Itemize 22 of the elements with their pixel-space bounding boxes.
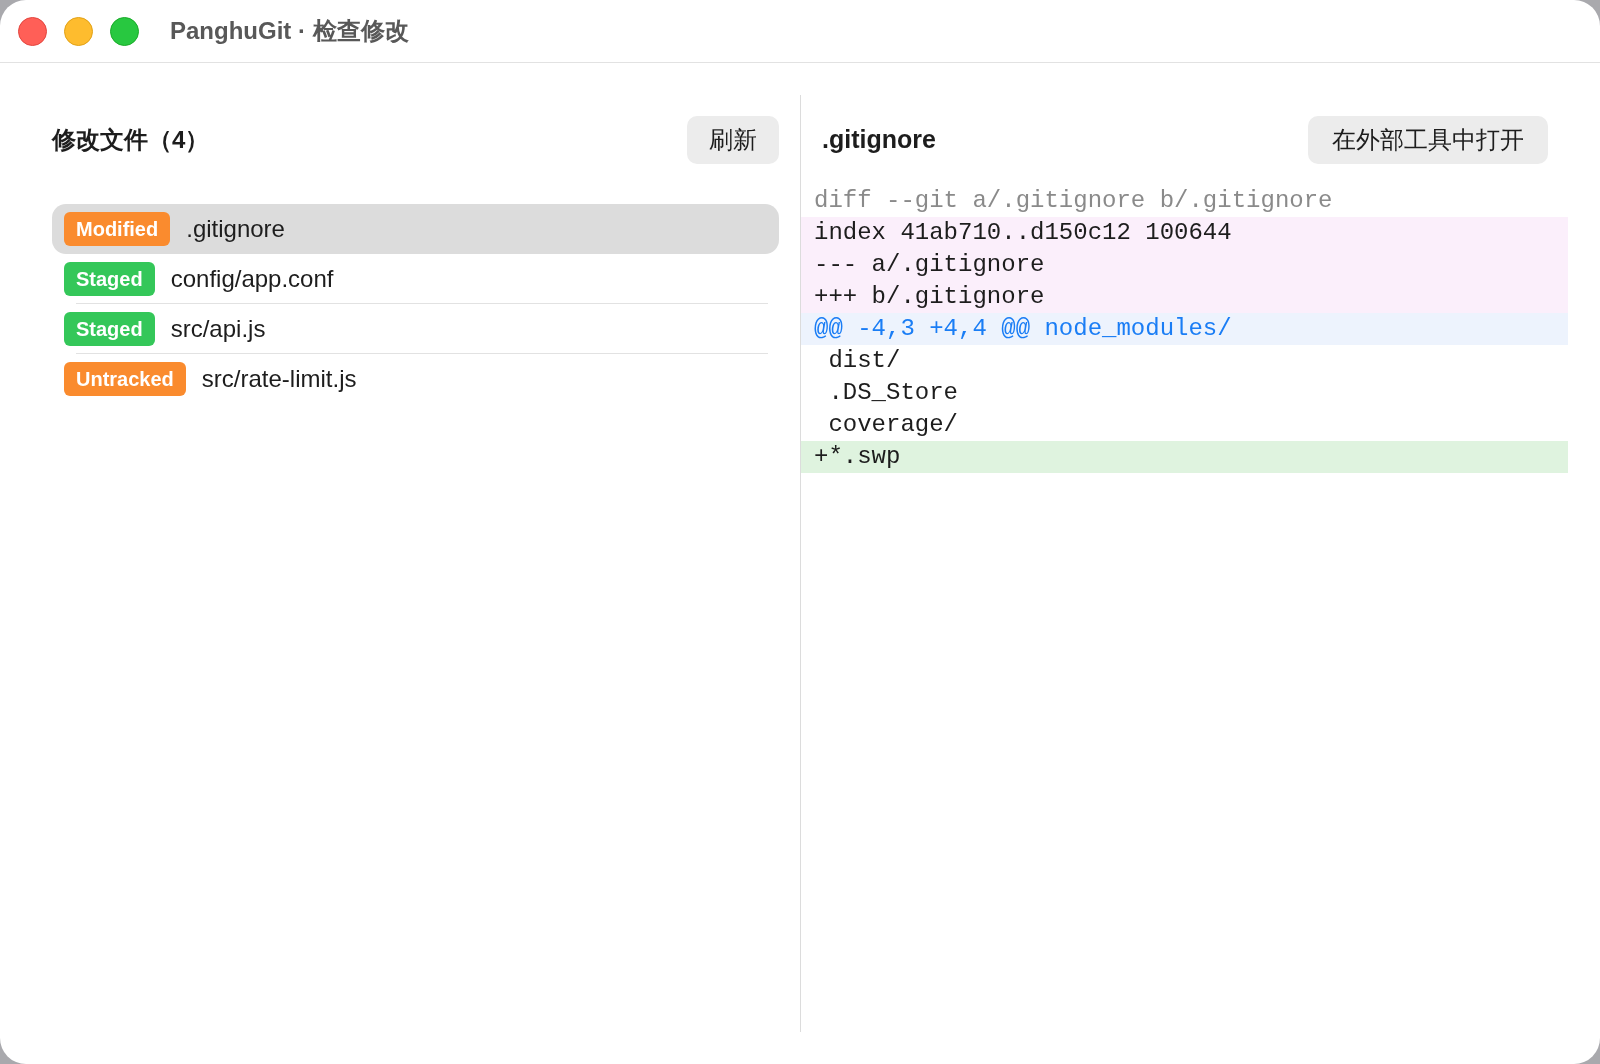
section-title: 修改文件（4） (52, 125, 210, 155)
close-icon[interactable] (18, 16, 47, 46)
file-name: config/app.conf (170, 264, 334, 294)
diff-line: coverage/ (827, 410, 960, 440)
minimize-icon[interactable] (64, 16, 93, 46)
status-badge: Untracked (64, 362, 186, 396)
status-badge: Staged (64, 312, 155, 346)
file-name: .gitignore (186, 214, 285, 244)
file-name: src/api.js (170, 314, 266, 344)
file-row[interactable]: Untracked src/rate-limit.js (52, 354, 779, 404)
open-external-button[interactable]: 在外部工具中打开 (1308, 116, 1548, 164)
diff-line: diff --git a/.gitignore b/.gitignore (813, 186, 1334, 216)
window-title: PanghuGit · 检查修改 (170, 16, 409, 46)
refresh-button[interactable]: 刷新 (687, 116, 779, 164)
maximize-icon[interactable] (110, 16, 139, 46)
diff-line: .DS_Store (827, 378, 960, 408)
diff-line: dist/ (827, 346, 902, 376)
file-title: .gitignore (822, 124, 936, 156)
status-badge: Modified (64, 212, 171, 246)
status-badge: Staged (64, 262, 155, 296)
file-row[interactable]: Modified .gitignore (52, 204, 779, 254)
file-name: src/rate-limit.js (201, 364, 357, 394)
